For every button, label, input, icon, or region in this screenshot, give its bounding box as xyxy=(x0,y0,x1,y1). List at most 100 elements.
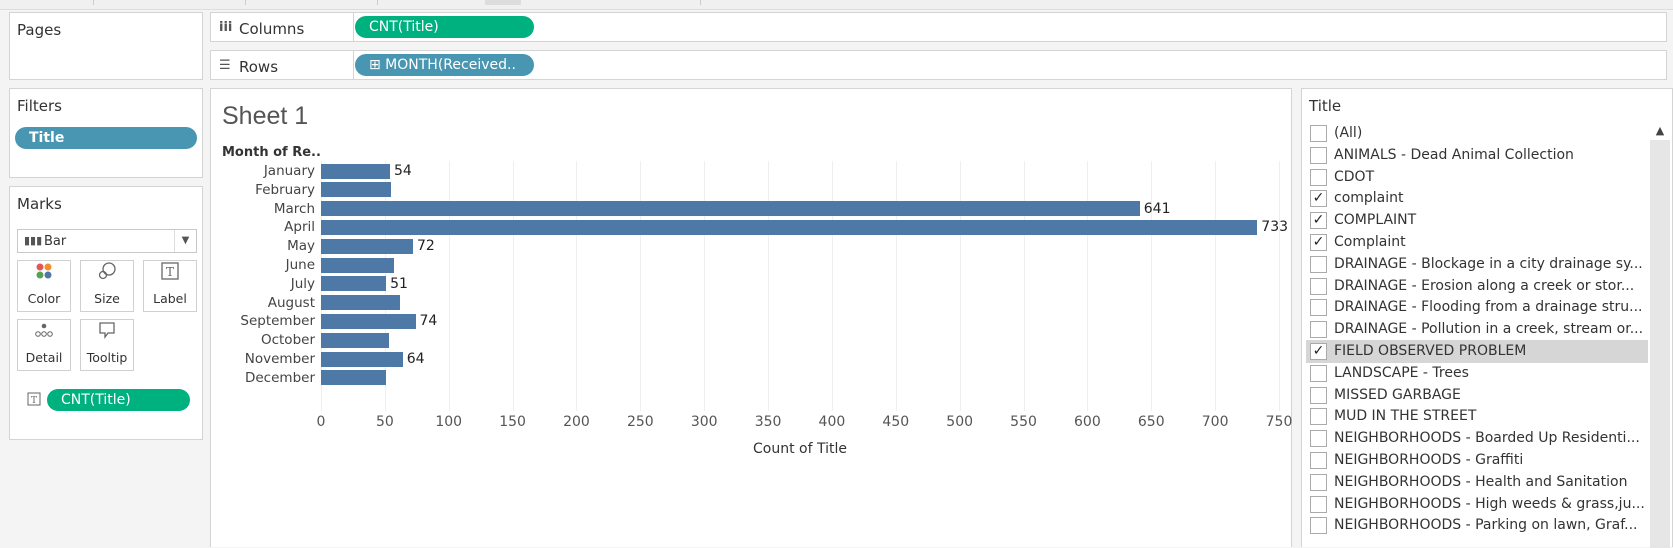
x-tick-label: 550 xyxy=(1010,414,1037,430)
tab-divider xyxy=(377,0,378,5)
x-tick-label: 200 xyxy=(563,414,590,430)
filter-item[interactable]: NEIGHBORHOODS - Parking on lawn, Graf... xyxy=(1306,514,1648,537)
marks-label-pill[interactable]: CNT(Title) xyxy=(47,389,190,411)
marks-card: Marks ▮▮▮ Bar ▼ Color Size T Label Detai… xyxy=(9,186,203,440)
bar[interactable] xyxy=(321,295,401,311)
filter-item[interactable]: ✓ complaint xyxy=(1306,187,1648,210)
rows-pill[interactable]: ⊞ MONTH(Received.. xyxy=(355,54,534,76)
columns-pill[interactable]: CNT(Title) xyxy=(355,16,534,38)
rows-shelf[interactable]: ☰ Rows ⊞ MONTH(Received.. xyxy=(210,50,1667,80)
bar[interactable] xyxy=(321,163,390,179)
data-label: 641 xyxy=(1143,200,1171,217)
tooltip-icon xyxy=(81,320,133,350)
data-label: 64 xyxy=(406,351,425,367)
checkbox[interactable]: ✓ xyxy=(1310,343,1327,360)
bar[interactable] xyxy=(321,313,416,329)
filter-item-label: NEIGHBORHOODS - High weeds & grass,ju... xyxy=(1334,495,1645,512)
bar[interactable] xyxy=(321,276,387,292)
bar[interactable] xyxy=(321,332,389,348)
checkbox[interactable] xyxy=(1310,430,1327,448)
bar[interactable] xyxy=(321,219,1258,235)
filter-item-label: LANDSCAPE - Trees xyxy=(1334,364,1469,381)
checkbox[interactable] xyxy=(1310,364,1327,382)
filter-item[interactable]: DRAINAGE - Blockage in a city drainage s… xyxy=(1306,253,1648,276)
checkbox[interactable] xyxy=(1310,495,1327,513)
checkbox[interactable]: ✓ xyxy=(1310,234,1327,251)
checkbox[interactable] xyxy=(1310,146,1327,164)
checkbox[interactable] xyxy=(1310,386,1327,404)
filter-item-label: COMPLAINT xyxy=(1334,212,1417,229)
filter-item-label: DRAINAGE - Blockage in a city drainage s… xyxy=(1334,255,1643,272)
checkbox[interactable] xyxy=(1310,168,1327,186)
filter-item-label: NEIGHBORHOODS - Graffiti xyxy=(1334,452,1524,468)
filters-card: Filters Title xyxy=(9,88,203,178)
y-tick-label: November xyxy=(244,351,315,367)
chevron-up-icon[interactable]: ▲ xyxy=(1650,122,1670,140)
row-header: Month of Re.. xyxy=(222,145,321,160)
filter-item[interactable]: DRAINAGE - Flooding from a drainage stru… xyxy=(1306,296,1648,319)
filter-item[interactable]: LANDSCAPE - Trees xyxy=(1306,362,1648,385)
checkbox[interactable] xyxy=(1310,408,1327,426)
label-icon: T xyxy=(27,391,41,410)
checkbox[interactable] xyxy=(1310,255,1327,273)
marks-title: Marks xyxy=(17,195,62,213)
bar[interactable] xyxy=(321,351,403,367)
filter-item[interactable]: NEIGHBORHOODS - Graffiti xyxy=(1306,449,1648,472)
data-label: 733 xyxy=(1261,219,1289,236)
y-tick-label: August xyxy=(267,294,315,311)
filter-item-label: CDOT xyxy=(1334,168,1375,185)
filter-item[interactable]: NEIGHBORHOODS - Health and Sanitation xyxy=(1306,471,1648,494)
checkbox[interactable]: ✓ xyxy=(1310,212,1327,230)
checkbox[interactable] xyxy=(1310,299,1327,317)
y-tick-label: October xyxy=(260,332,315,349)
filter-item[interactable]: DRAINAGE - Erosion along a creek or stor… xyxy=(1306,275,1648,298)
filter-item[interactable]: CDOT xyxy=(1306,166,1648,189)
chevron-down-icon[interactable]: ▼ xyxy=(174,230,196,252)
pages-title: Pages xyxy=(17,21,62,39)
detail-button[interactable]: Detail xyxy=(17,319,71,371)
y-tick-label: January xyxy=(263,163,315,179)
filter-card-title: Title xyxy=(1309,97,1342,115)
filter-item[interactable]: (All) xyxy=(1306,122,1648,145)
scrollbar[interactable]: ▲ xyxy=(1650,122,1670,548)
checkbox[interactable] xyxy=(1310,125,1327,142)
bar[interactable] xyxy=(321,201,1140,217)
filter-item[interactable]: ANIMALS - Dead Animal Collection xyxy=(1306,144,1648,167)
filter-item[interactable]: NEIGHBORHOODS - High weeds & grass,ju... xyxy=(1306,493,1648,516)
filter-item[interactable]: MISSED GARBAGE xyxy=(1306,384,1648,407)
y-tick-label: September xyxy=(240,313,315,330)
x-tick-label: 500 xyxy=(946,414,974,430)
columns-shelf[interactable]: iii Columns CNT(Title) xyxy=(210,12,1667,42)
filter-item-label: DRAINAGE - Pollution in a creek, stream … xyxy=(1334,321,1644,338)
gridline xyxy=(576,161,578,411)
filter-item[interactable]: ✓ FIELD OBSERVED PROBLEM xyxy=(1306,340,1648,363)
filter-pill-title[interactable]: Title xyxy=(15,127,197,149)
checkbox[interactable] xyxy=(1310,452,1327,469)
x-tick-label: 600 xyxy=(1074,414,1101,430)
gridline xyxy=(640,161,642,411)
bar[interactable] xyxy=(321,238,413,254)
filter-item[interactable]: ✓ Complaint xyxy=(1306,231,1648,254)
filter-item[interactable]: NEIGHBORHOODS - Boarded Up Residenti... xyxy=(1306,427,1648,450)
filter-item[interactable]: DRAINAGE - Pollution in a creek, stream … xyxy=(1306,318,1648,341)
checkbox[interactable]: ✓ xyxy=(1310,190,1327,208)
x-tick-label: 100 xyxy=(435,414,463,430)
label-button[interactable]: T Label xyxy=(143,260,197,312)
gridline xyxy=(1215,161,1217,411)
size-button[interactable]: Size xyxy=(80,260,134,312)
checkbox[interactable] xyxy=(1310,517,1327,535)
label-label: Label xyxy=(153,291,187,306)
filter-item-label: DRAINAGE - Flooding from a drainage stru… xyxy=(1334,299,1643,316)
checkbox[interactable] xyxy=(1310,473,1327,491)
color-button[interactable]: Color xyxy=(17,260,71,312)
filter-item[interactable]: ✓ COMPLAINT xyxy=(1306,209,1648,232)
bar[interactable] xyxy=(321,182,392,198)
bar[interactable] xyxy=(321,257,394,273)
bar[interactable] xyxy=(321,370,387,386)
checkbox[interactable] xyxy=(1310,277,1327,295)
checkbox[interactable] xyxy=(1310,321,1327,339)
mark-type-dropdown[interactable]: ▮▮▮ Bar ▼ xyxy=(17,229,197,253)
filter-item[interactable]: MUD IN THE STREET xyxy=(1306,405,1648,428)
label-icon: T xyxy=(144,261,196,291)
tooltip-button[interactable]: Tooltip xyxy=(80,319,134,371)
